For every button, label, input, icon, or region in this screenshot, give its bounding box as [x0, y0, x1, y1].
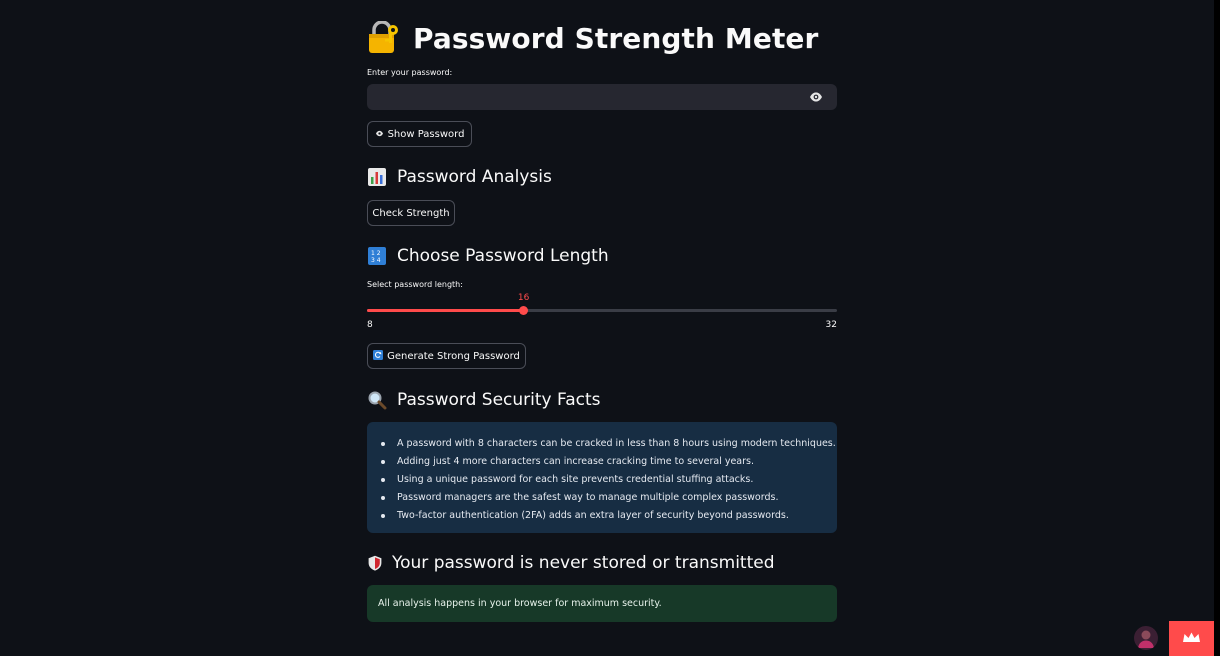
input-numbers-icon: 1 2 3 4: [368, 247, 386, 265]
slider-fill: [367, 309, 524, 312]
privacy-success-box: All analysis happens in your browser for…: [367, 585, 837, 622]
app-root: Password Strength Meter Enter your passw…: [0, 0, 1220, 656]
length-heading: Choose Password Length: [397, 246, 609, 266]
right-edge: [1214, 0, 1220, 656]
password-input-wrapper: [367, 84, 837, 110]
shield-icon: [368, 555, 382, 571]
check-strength-label: Check Strength: [372, 207, 450, 219]
password-input-label: Enter your password:: [367, 68, 453, 77]
length-slider[interactable]: [367, 306, 837, 315]
generate-password-button[interactable]: Generate Strong Password: [367, 343, 526, 369]
list-item: Using a unique password for each site pr…: [381, 471, 825, 489]
title-row: Password Strength Meter: [367, 18, 818, 58]
streamlit-crown-button[interactable]: [1169, 621, 1214, 656]
svg-text:1 2: 1 2: [371, 250, 381, 257]
magnifying-glass-icon: [368, 391, 387, 410]
refresh-icon: [373, 349, 384, 363]
locked-with-key-icon: [369, 21, 398, 53]
page-title: Password Strength Meter: [413, 21, 819, 55]
length-heading-row: 1 2 3 4 Choose Password Length: [367, 244, 609, 268]
password-input[interactable]: [367, 84, 817, 110]
show-password-label: Show Password: [387, 128, 465, 140]
slider-value: 16: [517, 293, 530, 303]
list-item: Password managers are the safest way to …: [381, 489, 825, 507]
generate-password-label: Generate Strong Password: [387, 350, 520, 362]
list-item: Two-factor authentication (2FA) adds an …: [381, 507, 825, 525]
facts-heading-row: Password Security Facts: [367, 388, 601, 412]
slider-label: Select password length:: [367, 280, 463, 289]
privacy-heading: Your password is never stored or transmi…: [392, 553, 775, 573]
svg-text:3 4: 3 4: [371, 257, 381, 264]
check-strength-button[interactable]: Check Strength: [367, 200, 455, 226]
show-password-button[interactable]: Show Password: [367, 121, 472, 147]
facts-heading: Password Security Facts: [397, 390, 601, 410]
list-item: A password with 8 characters can be crac…: [381, 435, 836, 453]
slider-max: 32: [825, 320, 837, 330]
privacy-heading-row: Your password is never stored or transmi…: [367, 551, 775, 575]
analysis-heading: Password Analysis: [397, 167, 552, 187]
slider-min: 8: [367, 320, 373, 330]
list-item: Adding just 4 more characters can increa…: [381, 453, 825, 471]
eye-icon: [375, 129, 384, 140]
crown-icon: [1183, 632, 1200, 642]
facts-info-box: A password with 8 characters can be crac…: [367, 422, 837, 533]
privacy-message: All analysis happens in your browser for…: [378, 598, 662, 609]
chevron-icon[interactable]: [1157, 0, 1169, 2]
analysis-heading-row: Password Analysis: [367, 165, 552, 189]
slider-thumb[interactable]: [519, 306, 529, 315]
eye-icon[interactable]: [809, 91, 823, 103]
bar-chart-icon: [368, 168, 386, 186]
avatar[interactable]: [1134, 626, 1158, 650]
facts-list: A password with 8 characters can be crac…: [379, 435, 836, 525]
